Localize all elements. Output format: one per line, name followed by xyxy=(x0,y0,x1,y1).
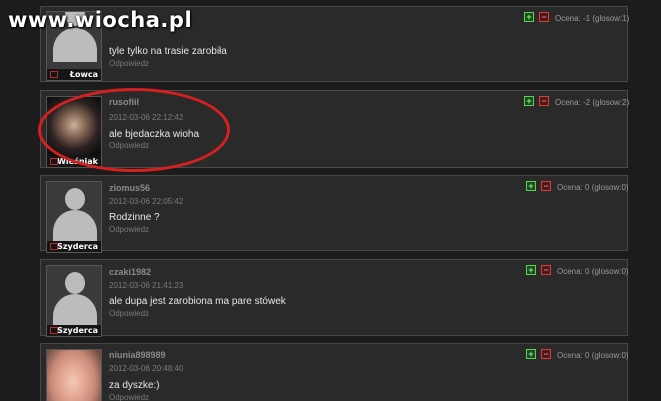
comment-text: za dyszke:) xyxy=(109,380,160,391)
rank-badge: Szyderca xyxy=(47,241,101,252)
rating-text: Ocena: -2 (glosow:2) xyxy=(555,98,630,107)
username[interactable]: czaki1982 xyxy=(109,267,151,277)
comment-text: ale dupa jest zarobiona ma pare stówek xyxy=(109,296,286,307)
minus-icon: − xyxy=(543,349,549,359)
avatar-silhouette-icon xyxy=(65,272,85,294)
rank-label: Wieśniak xyxy=(57,157,98,166)
plus-icon: + xyxy=(528,349,534,359)
rank-label: Szyderca xyxy=(57,326,98,335)
vote-up-button[interactable]: + xyxy=(524,12,534,22)
plus-icon: + xyxy=(528,181,534,191)
comments-page: www.wiocha.pl Łowca tyle tylko na trasie… xyxy=(0,0,661,401)
vote-up-button[interactable]: + xyxy=(524,96,534,106)
rank-icon xyxy=(50,327,58,334)
comment-text: Rodzinne ? xyxy=(109,212,160,223)
comment-item: Szyderca czaki1982 2012-03-06 21:41:23 a… xyxy=(40,259,629,337)
minus-icon: − xyxy=(541,12,547,22)
minus-icon: − xyxy=(543,265,549,275)
rank-icon xyxy=(50,243,58,250)
reply-link[interactable]: Odpowiedz xyxy=(109,59,149,68)
vote-down-button[interactable]: − xyxy=(541,181,551,191)
vote-up-button[interactable]: + xyxy=(526,181,536,191)
vote-up-button[interactable]: + xyxy=(526,265,536,275)
minus-icon: − xyxy=(541,96,547,106)
vote-down-button[interactable]: − xyxy=(539,12,549,22)
avatar-silhouette-body xyxy=(53,28,97,62)
comment-item: Wieśniak rusofiil 2012-03-06 22:12:42 al… xyxy=(40,90,630,168)
reply-link[interactable]: Odpowiedz xyxy=(109,225,149,234)
rating-text: Ocena: 0 (glosow:0) xyxy=(557,351,629,360)
reply-link[interactable]: Odpowiedz xyxy=(109,393,149,401)
rating-text: Ocena: 0 (glosow:0) xyxy=(557,183,629,192)
username[interactable]: rusofiil xyxy=(109,97,139,107)
avatar-photo xyxy=(47,350,101,401)
comment-text: ale bjedaczka wioha xyxy=(109,129,200,140)
rank-label: Łowca xyxy=(69,70,98,79)
watermark-logo: www.wiocha.pl xyxy=(8,8,193,32)
comment-date: 2012-03-06 22:12:42 xyxy=(109,113,184,122)
rating-text: Ocena: 0 (glosow:0) xyxy=(557,267,629,276)
comment-text: tyle tylko na trasie zarobiła xyxy=(109,46,227,57)
avatar[interactable]: Szyderca xyxy=(46,181,102,253)
comment-date: 2012-03-06 22:05:42 xyxy=(109,197,184,206)
vote-up-button[interactable]: + xyxy=(526,349,536,359)
rank-label: Szyderca xyxy=(57,242,98,251)
avatar[interactable]: Wieśniak xyxy=(46,96,102,168)
rank-badge: Wieśniak xyxy=(47,156,101,167)
avatar-silhouette-icon xyxy=(65,188,85,210)
reply-link[interactable]: Odpowiedz xyxy=(109,141,149,150)
reply-link[interactable]: Odpowiedz xyxy=(109,309,149,318)
rank-icon xyxy=(50,158,58,165)
username[interactable]: niunia898989 xyxy=(109,350,166,360)
rank-badge: Łowca xyxy=(47,69,101,80)
avatar-silhouette-body xyxy=(53,210,97,244)
plus-icon: + xyxy=(526,12,532,22)
comment-date: 2012-03-06 21:41:23 xyxy=(109,281,184,290)
avatar[interactable]: Szyderca xyxy=(46,265,102,337)
comment-item: niunia898989 2012-03-06 20:48:40 za dysz… xyxy=(40,343,629,401)
rating-text: Ocena: -1 (glosow:1) xyxy=(555,14,630,23)
minus-icon: − xyxy=(543,181,549,191)
vote-down-button[interactable]: − xyxy=(539,96,549,106)
comment-item: Szyderca ziomus56 2012-03-06 22:05:42 Ro… xyxy=(40,175,629,253)
rank-icon xyxy=(50,71,58,78)
plus-icon: + xyxy=(526,96,532,106)
avatar[interactable] xyxy=(46,349,102,401)
rank-badge: Szyderca xyxy=(47,325,101,336)
avatar-silhouette-body xyxy=(53,294,97,328)
vote-down-button[interactable]: − xyxy=(541,265,551,275)
comment-date: 2012-03-06 20:48:40 xyxy=(109,364,184,373)
username[interactable]: ziomus56 xyxy=(109,183,150,193)
vote-down-button[interactable]: − xyxy=(541,349,551,359)
plus-icon: + xyxy=(528,265,534,275)
